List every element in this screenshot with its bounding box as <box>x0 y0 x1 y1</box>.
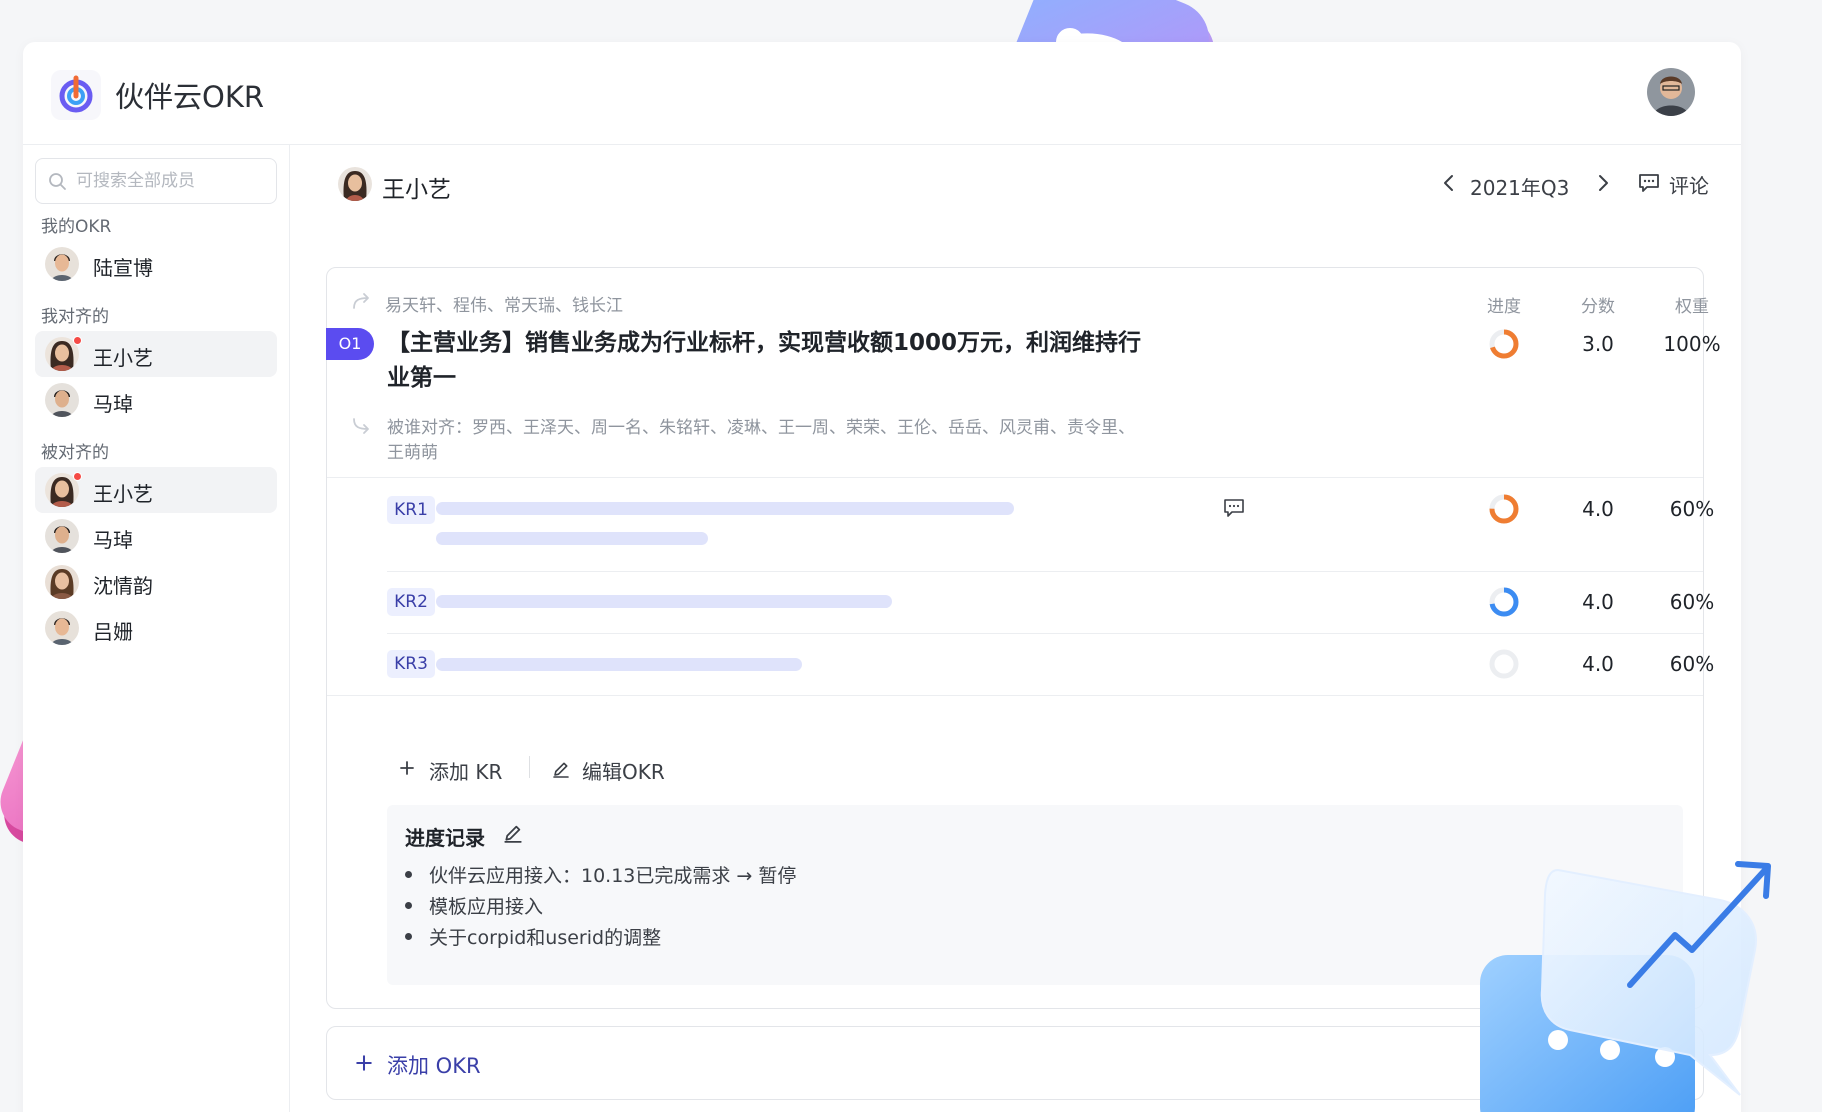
kr-comment-icon[interactable] <box>1223 498 1245 518</box>
kr-score: 4.0 <box>1582 497 1614 521</box>
member-avatar-icon <box>45 519 79 553</box>
objective-title[interactable]: 【主营业务】销售业务成为行业标杆，实现营收额1000万元，利润维持行业第一 <box>387 326 1147 396</box>
sidebar-member-item[interactable]: 沈情韵 <box>35 559 277 605</box>
notification-dot <box>73 336 82 345</box>
period-prev-button[interactable] <box>1438 171 1460 195</box>
kr-title-placeholder <box>436 658 802 671</box>
progress-log-text: 关于corpid和userid的调整 <box>429 927 662 949</box>
sidebar-member-item[interactable]: 陆宣博 <box>35 241 277 287</box>
add-okr-label: 添加 OKR <box>387 1054 481 1078</box>
sidebar-member-item[interactable]: 王小艺 <box>35 467 277 513</box>
kr-title-placeholder <box>436 532 708 545</box>
sidebar-member-item[interactable]: 王小艺 <box>35 331 277 377</box>
kr-title-placeholder <box>436 502 1014 515</box>
kr-score: 4.0 <box>1582 652 1614 676</box>
member-avatar <box>45 565 79 599</box>
member-avatar-icon <box>45 565 79 599</box>
kr-weight: 60% <box>1669 497 1715 521</box>
kr-title-placeholder <box>436 595 892 608</box>
kr-score: 4.0 <box>1582 590 1614 614</box>
sidebar-member-item[interactable]: 马琸 <box>35 513 277 559</box>
period-next-button[interactable] <box>1592 171 1614 195</box>
kr-tag: KR1 <box>387 496 435 524</box>
kr-divider <box>387 633 1703 634</box>
kr-tag: KR3 <box>387 650 435 678</box>
member-search[interactable] <box>35 158 277 204</box>
search-input[interactable] <box>76 167 266 195</box>
align-down-icon <box>353 418 369 434</box>
member-avatar <box>45 383 79 417</box>
user-avatar[interactable] <box>1647 68 1695 116</box>
member-name: 陆宣博 <box>93 256 153 280</box>
bullet-icon <box>405 902 412 909</box>
member-name: 王小艺 <box>93 346 153 370</box>
kr-progress-ring <box>1489 649 1519 679</box>
kr-weight: 60% <box>1669 590 1715 614</box>
objective-weight: 100% <box>1663 332 1721 356</box>
member-name: 马琸 <box>93 392 133 416</box>
action-separator <box>529 756 530 778</box>
app-title: 伙伴云OKR <box>115 80 264 114</box>
column-score: 分数 <box>1581 297 1615 317</box>
member-name: 王小艺 <box>93 482 153 506</box>
app-logo-icon <box>51 70 101 120</box>
member-avatar-icon <box>45 611 79 645</box>
member-name: 沈情韵 <box>93 574 153 598</box>
notification-dot <box>73 472 82 481</box>
objective-progress-ring <box>1489 329 1519 359</box>
sidebar-member-item[interactable]: 吕姗 <box>35 605 277 651</box>
plus-icon <box>400 761 414 775</box>
column-weight: 权重 <box>1675 297 1709 317</box>
kr-tag: KR2 <box>387 588 435 616</box>
pencil-icon <box>553 762 569 778</box>
progress-log-edit-icon[interactable] <box>503 823 523 843</box>
kr-weight: 60% <box>1669 652 1715 676</box>
member-avatar <box>45 611 79 645</box>
column-progress: 进度 <box>1487 297 1521 317</box>
top-bar: 伙伴云OKR <box>23 42 1741 145</box>
comment-icon <box>1639 174 1659 192</box>
period-label: 2021年Q3 <box>1470 176 1570 200</box>
progress-log-text: 伙伴云应用接入：10.13已完成需求 → 暂停 <box>429 865 797 887</box>
add-kr-label: 添加 KR <box>429 760 503 784</box>
progress-log-text: 模板应用接入 <box>429 896 544 918</box>
sidebar-section-label: 被对齐的 <box>41 443 109 463</box>
align-up-icon <box>353 293 369 309</box>
kr-progress-ring <box>1489 587 1519 617</box>
search-icon <box>49 173 66 190</box>
kr-progress-ring <box>1489 494 1519 524</box>
kr-divider <box>387 571 1703 572</box>
objective-divider <box>327 477 1703 478</box>
edit-okr-label: 编辑OKR <box>582 760 665 784</box>
comment-label: 评论 <box>1669 174 1709 198</box>
kr-divider <box>327 695 1703 696</box>
owner-name: 王小艺 <box>382 177 451 203</box>
member-avatar <box>45 519 79 553</box>
sidebar: 我的OKR 陆宣博我对齐的 王小艺 <box>23 145 290 1112</box>
member-name: 马琸 <box>93 528 133 552</box>
member-avatar-icon <box>45 247 79 281</box>
sidebar-section-label: 我对齐的 <box>41 307 109 327</box>
objective-badge: O1 <box>326 328 374 360</box>
bullet-icon <box>405 871 412 878</box>
owner-avatar-icon <box>338 167 372 201</box>
objective-score: 3.0 <box>1582 332 1614 356</box>
member-avatar-icon <box>45 383 79 417</box>
member-name: 吕姗 <box>93 620 133 644</box>
aligned-by-names: 被谁对齐：罗西、王泽天、周一名、朱铭轩、凌琳、王一周、荣荣、王伦、岳岳、风灵甫、… <box>387 418 1135 463</box>
aligned-to-names: 易天轩、程伟、常天瑞、钱长江 <box>385 296 623 316</box>
user-avatar-icon <box>1647 68 1695 116</box>
plus-icon <box>356 1055 372 1071</box>
decorative-chart-chat-tiles <box>1480 861 1771 1112</box>
sidebar-section-label: 我的OKR <box>41 217 112 237</box>
member-avatar <box>45 247 79 281</box>
owner-avatar <box>338 167 372 201</box>
progress-log-title: 进度记录 <box>405 826 485 850</box>
sidebar-member-item[interactable]: 马琸 <box>35 377 277 423</box>
bullet-icon <box>405 933 412 940</box>
